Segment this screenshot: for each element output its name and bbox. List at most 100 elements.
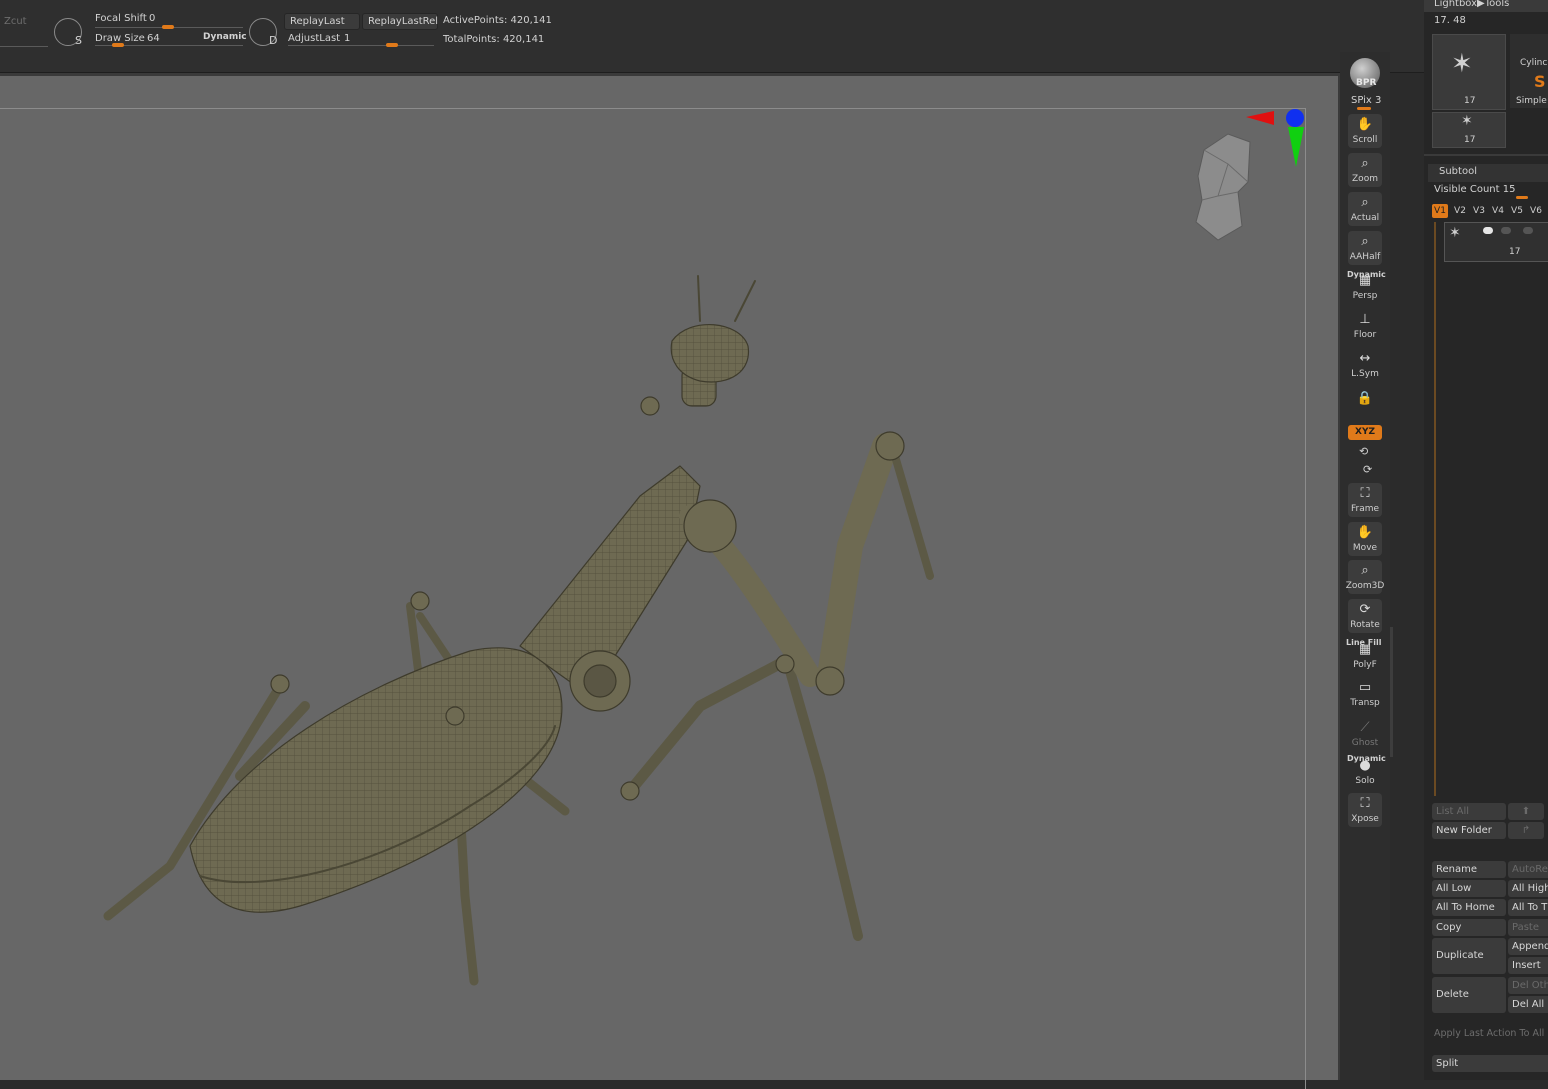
cylinder-label: Cylinc [1520,58,1548,68]
all-high-button[interactable]: All High [1508,880,1548,897]
polypaint-toggle-icon[interactable] [1501,227,1511,234]
spix-label[interactable]: SPix 3 [1351,95,1381,106]
dynamic-toggle[interactable]: Dynamic [203,32,247,42]
spix-slider-thumb[interactable] [1357,107,1371,110]
move-down-button[interactable]: ↱ [1508,822,1544,839]
frame-button[interactable]: ⛶ Frame [1348,483,1382,517]
xyz-rotation-toggle[interactable]: XYZ [1348,425,1382,440]
eye-visibility-icon[interactable] [1483,227,1493,234]
bpr-button[interactable]: BPR [1356,78,1376,88]
adjust-last-slider[interactable] [288,45,434,46]
ghost-button[interactable]: ⟋ Ghost [1348,717,1382,751]
axis-gizmo-icon[interactable] [1240,105,1310,175]
xpose-label: Xpose [1351,814,1379,824]
subtool-item-count: 17 [1509,247,1521,257]
adjust-last-thumb[interactable] [386,43,398,47]
active-points-readout: ActivePoints: 420,141 [443,15,552,26]
tool-thumb-cylinder[interactable]: Cylinc S Simple [1510,34,1548,108]
actual-button[interactable]: ⌕ Actual [1348,192,1382,226]
visible-count-thumb[interactable] [1516,196,1528,199]
mantis-thumb-icon: ✶ [1451,49,1473,79]
aahalf-icon: ⌕ [1361,234,1369,249]
rotate-icon: ⟳ [1359,602,1371,617]
aahalf-button[interactable]: ⌕ AAHalf [1348,231,1382,265]
all-low-button[interactable]: All Low [1432,880,1506,897]
replay-last-rel-button[interactable]: ReplayLastRel [362,13,438,30]
move-hand-icon: ✋ [1356,525,1374,540]
delete-button[interactable]: Delete [1432,977,1506,1013]
simple-brush-icon: S [1534,72,1546,91]
zcut-label[interactable]: Zcut [4,16,27,27]
rotate-z-axis-icon[interactable]: ⟳ [1363,463,1372,476]
top-toolbar: Zcut S Focal Shift 0 Draw Size 64 Dynami… [0,0,1424,73]
persp-button[interactable]: ▦ Persp [1348,270,1382,304]
adjust-last-value: 1 [344,33,351,44]
paste-button[interactable]: Paste [1508,919,1548,936]
tab-v1[interactable]: V1 [1432,204,1448,218]
subtool-title[interactable]: Subtool [1439,166,1477,177]
floor-button[interactable]: ⊥ Floor [1348,309,1382,343]
lock-camera-button[interactable]: 🔒 [1348,388,1382,422]
lsym-button[interactable]: ↔ L.Sym [1348,348,1382,382]
solo-button[interactable]: ● Solo [1348,755,1382,789]
focal-shift-thumb[interactable] [162,25,174,29]
rotate-label: Rotate [1350,620,1380,630]
s-key-label: S [75,34,82,47]
autoreorder-button[interactable]: AutoRe [1508,861,1548,878]
tab-v6[interactable]: V6 [1528,204,1544,218]
subtool-list-line [1434,222,1436,796]
list-all-button[interactable]: List All [1432,803,1506,820]
lock-camera-icon: 🔒 [1356,391,1374,406]
apply-last-action-toggle[interactable]: Apply Last Action To All [1434,1028,1544,1039]
tab-v5[interactable]: V5 [1509,204,1525,218]
zoom3d-button[interactable]: ⌕ Zoom3D [1346,560,1384,594]
replay-last-button[interactable]: ReplayLast [284,13,360,30]
copy-button[interactable]: Copy [1432,919,1506,936]
move-up-button[interactable]: ⬆ [1508,803,1544,820]
scroll-hand-icon: ✋ [1356,117,1374,132]
actual-zoom-icon: ⌕ [1361,195,1369,210]
focal-shift-value: 0 [149,13,156,24]
move-button[interactable]: ✋ Move [1348,522,1382,556]
draw-size-thumb[interactable] [112,43,124,47]
adjust-last-label: AdjustLast [288,33,341,44]
mantis-model[interactable] [0,76,1338,1080]
transparency-icon: ▭ [1358,680,1372,695]
zcut-slider-track[interactable] [0,46,48,47]
visible-count-label[interactable]: Visible Count 15 [1434,184,1515,195]
all-to-target-button[interactable]: All To T [1508,899,1548,916]
rotate-y-axis-icon[interactable]: ⟲ [1359,445,1368,458]
zoom-button[interactable]: ⌕ Zoom [1348,153,1382,187]
xpose-icon: ⛶ [1360,796,1370,811]
scroll-button[interactable]: ✋ Scroll [1348,114,1382,148]
shelf-scrollbar[interactable] [1390,627,1393,757]
tab-v3[interactable]: V3 [1471,204,1487,218]
subtool-mode-icon[interactable] [1523,227,1533,234]
split-section-header[interactable]: Split [1432,1055,1548,1072]
tool-thumb-small[interactable]: ✶ 17 [1432,112,1506,148]
aahalf-label: AAHalf [1349,252,1381,262]
transp-button[interactable]: ▭ Transp [1348,677,1382,711]
tab-v2[interactable]: V2 [1452,204,1468,218]
xpose-button[interactable]: ⛶ Xpose [1348,793,1382,827]
polyf-button[interactable]: ▦ PolyF [1348,639,1382,673]
simple-brush-label: Simple [1516,96,1547,106]
lightbox-tools-link[interactable]: Lightbox▶Tools [1434,0,1509,9]
tool-thumb-mantis[interactable]: ✶ 17 [1432,34,1506,110]
del-other-button[interactable]: Del Oth [1508,977,1548,994]
duplicate-button[interactable]: Duplicate [1432,938,1506,974]
rename-button[interactable]: Rename [1432,861,1506,878]
frame-icon: ⛶ [1360,486,1370,501]
rotate-button[interactable]: ⟳ Rotate [1348,599,1382,633]
del-all-button[interactable]: Del All [1508,996,1548,1013]
new-folder-button[interactable]: New Folder [1432,822,1506,839]
all-to-home-button[interactable]: All To Home [1432,899,1506,916]
tool-thumb-count: 17 [1464,96,1476,106]
frame-label: Frame [1350,504,1380,514]
insert-button[interactable]: Insert [1508,957,1548,974]
append-button[interactable]: Append [1508,938,1548,955]
polyframe-grid-icon: ▦ [1358,642,1372,657]
tab-v4[interactable]: V4 [1490,204,1506,218]
subtool-item[interactable]: ✶ 17 [1444,222,1548,262]
scroll-label: Scroll [1352,135,1378,145]
